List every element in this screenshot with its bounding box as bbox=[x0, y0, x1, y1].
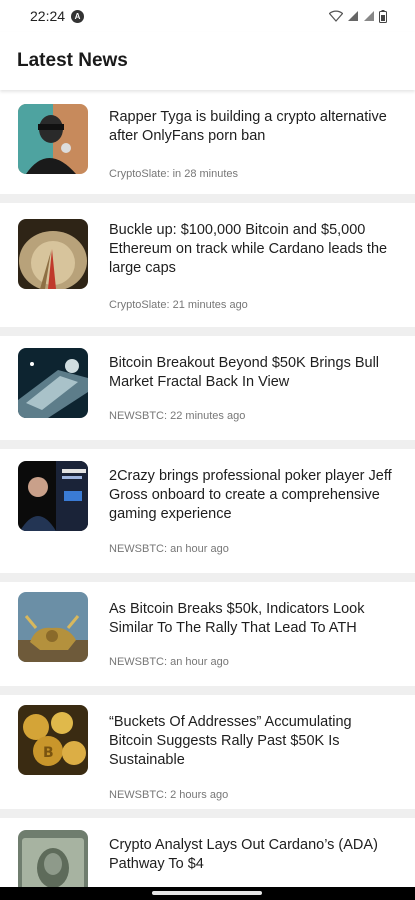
article-headline[interactable]: 2Crazy brings professional poker player … bbox=[109, 467, 399, 524]
article-source-time: NEWSBTC: an hour ago bbox=[109, 543, 229, 555]
news-card[interactable]: Rapper Tyga is building a crypto alterna… bbox=[0, 90, 415, 194]
news-card[interactable]: Crypto Analyst Lays Out Cardano’s (ADA) … bbox=[0, 818, 415, 887]
bitcoin-coins-icon: B bbox=[18, 705, 88, 775]
status-time: 22:24 bbox=[30, 8, 66, 24]
article-headline[interactable]: “Buckets Of Addresses” Accumulating Bitc… bbox=[109, 713, 399, 770]
signal-icon-2 bbox=[364, 11, 374, 21]
article-headline[interactable]: Crypto Analyst Lays Out Cardano’s (ADA) … bbox=[109, 836, 399, 874]
news-card[interactable]: As Bitcoin Breaks $50k, Indicators Look … bbox=[0, 582, 415, 686]
system-navigation-bar bbox=[0, 887, 415, 900]
signal-icon bbox=[348, 11, 358, 21]
page-title: Latest News bbox=[17, 50, 128, 71]
article-headline[interactable]: As Bitcoin Breaks $50k, Indicators Look … bbox=[109, 600, 399, 638]
spaceship-graphic-icon bbox=[18, 348, 88, 418]
article-source-time: NEWSBTC: 2 hours ago bbox=[109, 789, 229, 801]
tunnel-graphic-icon bbox=[18, 219, 88, 289]
news-card[interactable]: 2Crazy brings professional poker player … bbox=[0, 449, 415, 573]
app-notification-icon: A bbox=[71, 9, 85, 23]
article-source-time: CryptoSlate: in 28 minutes bbox=[109, 168, 239, 180]
home-gesture-handle[interactable] bbox=[152, 891, 262, 895]
article-headline[interactable]: Rapper Tyga is building a crypto alterna… bbox=[109, 108, 399, 146]
article-headline[interactable]: Bitcoin Breakout Beyond $50K Brings Bull… bbox=[109, 354, 399, 392]
person-banner-icon bbox=[18, 461, 88, 531]
article-headline[interactable]: Buckle up: $100,000 Bitcoin and $5,000 E… bbox=[109, 221, 399, 278]
article-source-time: CryptoSlate: 21 minutes ago bbox=[109, 299, 248, 311]
news-card[interactable]: Bitcoin Breakout Beyond $50K Brings Bull… bbox=[0, 336, 415, 440]
news-card[interactable]: B “Buckets Of Addresses” Accumulating Bi… bbox=[0, 695, 415, 809]
news-card[interactable]: Buckle up: $100,000 Bitcoin and $5,000 E… bbox=[0, 203, 415, 327]
news-feed[interactable]: Rapper Tyga is building a crypto alterna… bbox=[0, 90, 415, 887]
status-bar: 22:24 A bbox=[0, 0, 415, 32]
app-bar: Latest News bbox=[0, 32, 415, 90]
svg-text:B: B bbox=[43, 745, 54, 761]
wifi-icon bbox=[329, 10, 343, 22]
dollar-bill-icon bbox=[18, 830, 88, 887]
rapper-photo-icon bbox=[18, 104, 88, 174]
battery-icon bbox=[379, 9, 387, 23]
article-source-time: NEWSBTC: an hour ago bbox=[109, 656, 229, 668]
article-source-time: NEWSBTC: 22 minutes ago bbox=[109, 410, 246, 422]
bull-statue-icon bbox=[18, 592, 88, 662]
